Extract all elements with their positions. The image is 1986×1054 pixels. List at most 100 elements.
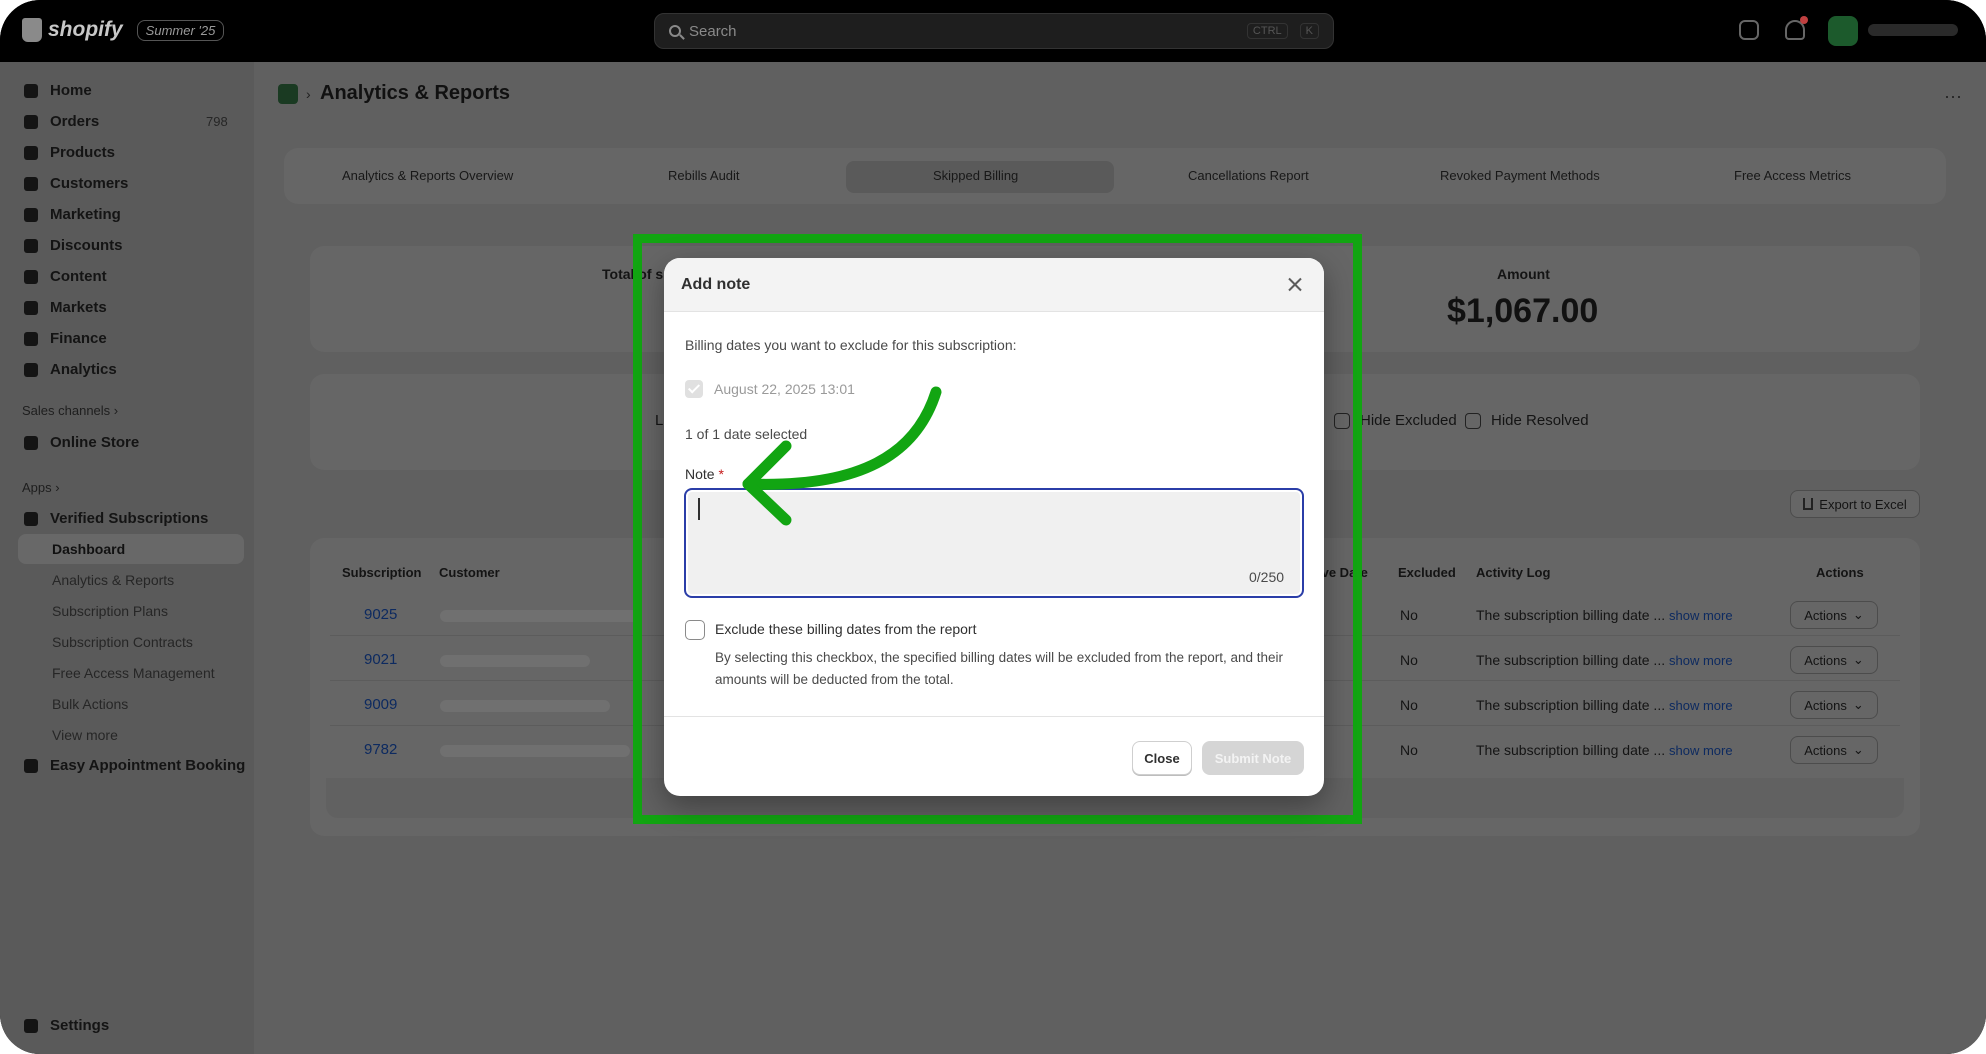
actions-button[interactable]: Actions ⌄ <box>1790 646 1878 674</box>
sidebar-item-label: Markets <box>50 299 107 316</box>
sidebar-item-finance[interactable]: Finance <box>24 330 107 347</box>
amount-value: $1,067.00 <box>1447 292 1599 330</box>
hide-resolved-checkbox[interactable] <box>1465 413 1481 429</box>
show-more-link[interactable]: show more <box>1669 608 1733 623</box>
character-counter: 0/250 <box>1249 569 1285 585</box>
sidebar-subitem-subscription-plans[interactable]: Subscription Plans <box>52 603 168 619</box>
close-icon[interactable] <box>1284 274 1306 296</box>
apps-header[interactable]: Apps › <box>22 480 60 495</box>
customer-blurred <box>440 655 590 667</box>
note-label: Note * <box>685 466 724 482</box>
close-button[interactable]: Close <box>1132 741 1192 775</box>
sidebar-subitem-subscription-contracts[interactable]: Subscription Contracts <box>52 634 193 650</box>
tag-icon <box>24 145 38 160</box>
search-icon <box>669 25 681 37</box>
sidebar-item-label: Orders <box>50 113 100 130</box>
search-placeholder: Search <box>689 22 737 40</box>
sidebar-item-verified-subscriptions[interactable]: Verified Subscriptions <box>24 510 208 527</box>
sales-channels-label: Sales channels <box>22 403 111 418</box>
th-customer: Customer <box>439 565 500 580</box>
modal-title: Add note <box>681 276 751 293</box>
sidebar-item-content[interactable]: Content <box>24 268 107 285</box>
text-caret <box>698 498 700 520</box>
excluded-value: No <box>1400 607 1418 623</box>
th-subscription: Subscription <box>342 565 422 580</box>
tab-rebills-audit[interactable]: Rebills Audit <box>668 168 740 183</box>
tab-free-access-metrics[interactable]: Free Access Metrics <box>1734 168 1851 183</box>
chart-icon <box>24 362 38 377</box>
show-more-link[interactable]: show more <box>1669 698 1733 713</box>
chevron-down-icon: ⌄ <box>1852 607 1864 622</box>
sidebar-item-settings[interactable]: Settings <box>24 1017 109 1034</box>
sidebar-item-customers[interactable]: Customers <box>24 175 128 192</box>
search-bar[interactable]: Search CTRL K <box>654 13 1334 49</box>
inbox-icon <box>24 114 38 129</box>
sidebar-subitem-view-more[interactable]: View more <box>52 727 118 743</box>
subscription-link[interactable]: 9009 <box>364 696 397 713</box>
shortcut-k: K <box>1299 23 1319 39</box>
actions-button[interactable]: Actions ⌄ <box>1790 691 1878 719</box>
note-textarea[interactable] <box>684 488 1304 598</box>
show-more-link[interactable]: show more <box>1669 653 1733 668</box>
sidebar-item-analytics[interactable]: Analytics <box>24 361 117 378</box>
bank-icon <box>24 331 38 346</box>
sidebar-item-marketing[interactable]: Marketing <box>24 206 121 223</box>
sidebar-item-label: Content <box>50 268 107 285</box>
date-checkbox[interactable] <box>685 380 703 398</box>
subscription-link[interactable]: 9025 <box>364 606 397 623</box>
sidebar-item-home[interactable]: Home <box>24 82 92 99</box>
note-label-text: Note <box>685 466 715 482</box>
sidebar-item-label: Settings <box>50 1017 110 1034</box>
actions-label: Actions <box>1804 742 1847 758</box>
sidebar-item-discounts[interactable]: Discounts <box>24 237 123 254</box>
sidebar-item-label: Easy Appointment Booking <box>50 757 246 774</box>
tab-overview[interactable]: Analytics & Reports Overview <box>342 168 513 183</box>
breadcrumb-separator: › <box>306 86 311 102</box>
actions-button[interactable]: Actions ⌄ <box>1790 736 1878 764</box>
notification-dot <box>1800 16 1808 24</box>
activity-log-row: The subscription billing date ... show m… <box>1476 697 1733 713</box>
th-excluded: Excluded <box>1398 565 1456 580</box>
exclude-dates-checkbox[interactable] <box>685 620 705 640</box>
sidebar-item-easy-appointment[interactable]: Easy Appointment Booking <box>24 757 245 774</box>
sales-channels-header[interactable]: Sales channels › <box>22 403 118 418</box>
activity-log-text: The subscription billing date ... <box>1476 697 1666 713</box>
sidebar-subitem-bulk-actions[interactable]: Bulk Actions <box>52 696 128 712</box>
chevron-down-icon: ⌄ <box>1852 742 1864 757</box>
modal-footer-divider <box>664 716 1324 717</box>
sidebar-item-markets[interactable]: Markets <box>24 299 107 316</box>
sidebar-item-online-store[interactable]: Online Store <box>24 434 139 451</box>
subscription-link[interactable]: 9782 <box>364 741 397 758</box>
tab-revoked-payment-methods[interactable]: Revoked Payment Methods <box>1440 168 1600 183</box>
submit-note-button[interactable]: Submit Note <box>1202 741 1304 775</box>
customer-blurred <box>440 610 640 622</box>
show-more-link[interactable]: show more <box>1669 743 1733 758</box>
sidebar-subitem-analytics-reports[interactable]: Analytics & Reports <box>52 572 174 588</box>
more-actions-icon[interactable]: ··· <box>1944 86 1962 107</box>
activity-log-row: The subscription billing date ... show m… <box>1476 652 1733 668</box>
store-name-blurred <box>1868 24 1958 36</box>
orders-count: 798 <box>206 114 228 129</box>
activity-log-text: The subscription billing date ... <box>1476 742 1666 758</box>
chevron-down-icon: ⌄ <box>1852 697 1864 712</box>
assistant-icon[interactable] <box>1739 20 1759 40</box>
required-marker: * <box>718 466 724 482</box>
activity-log-row: The subscription billing date ... show m… <box>1476 607 1733 623</box>
app-logo-icon <box>278 84 298 104</box>
top-bar: shopify Summer '25 Search CTRL K <box>0 0 1986 62</box>
tab-skipped-billing[interactable]: Skipped Billing <box>933 168 1018 183</box>
sidebar-subitem-free-access[interactable]: Free Access Management <box>52 665 215 681</box>
avatar[interactable] <box>1828 16 1858 46</box>
export-excel-button[interactable]: Export to Excel <box>1790 490 1920 518</box>
actions-label: Actions <box>1804 652 1847 668</box>
subscription-link[interactable]: 9021 <box>364 651 397 668</box>
shopify-logo[interactable]: shopify Summer '25 <box>22 18 225 42</box>
exclude-dates-label[interactable]: Exclude these billing dates from the rep… <box>715 621 976 637</box>
tab-cancellations-report[interactable]: Cancellations Report <box>1188 168 1309 183</box>
sidebar-item-orders[interactable]: Orders <box>24 113 99 130</box>
sidebar-item-label: Discounts <box>50 237 123 254</box>
actions-button[interactable]: Actions ⌄ <box>1790 601 1878 629</box>
sidebar-subitem-dashboard[interactable]: Dashboard <box>52 541 125 557</box>
modal-header: Add note <box>664 258 1324 312</box>
sidebar-item-products[interactable]: Products <box>24 144 115 161</box>
